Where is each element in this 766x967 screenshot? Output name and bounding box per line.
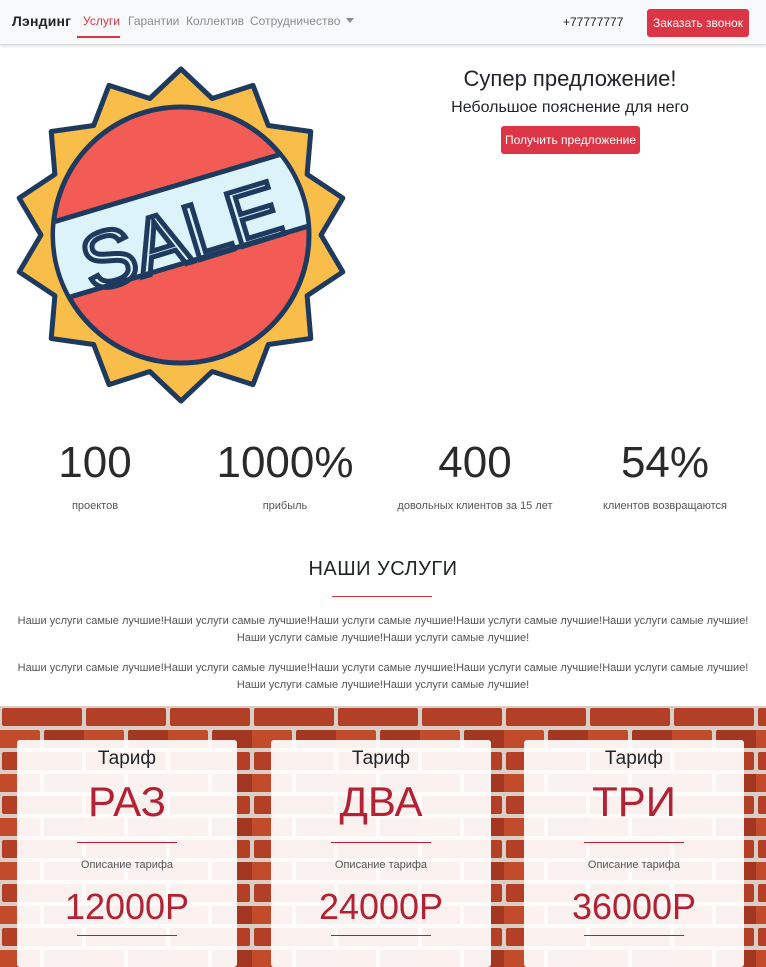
tariff-name: РАЗ	[87, 778, 167, 825]
navbar: Лэндинг Услуги Гарантии Коллектив Сотруд…	[0, 0, 766, 45]
stat-value: 1000%	[216, 438, 354, 487]
sale-badge-icon: SALE	[16, 66, 346, 404]
tariff-divider	[77, 935, 177, 936]
order-call-button[interactable]: Заказать звонок	[647, 9, 749, 37]
tariff-card-two[interactable]: Тариф ДВА Описание тарифа 24000Р	[271, 740, 491, 967]
tariff-description: Описание тарифа	[80, 859, 174, 871]
tariff-price: 36000Р	[571, 886, 697, 927]
tariff-divider	[77, 842, 177, 843]
nav-item-cooperation-label: Сотрудничество	[250, 14, 341, 28]
tariff-card-one[interactable]: Тариф РАЗ Описание тарифа 12000Р	[17, 740, 237, 967]
tariff-description: Описание тарифа	[334, 859, 428, 871]
services-title: НАШИ УСЛУГИ	[308, 558, 458, 580]
stat-projects: 100 проектов	[0, 438, 190, 512]
tariff-price: 12000Р	[64, 886, 190, 927]
tariff-heading: Тариф	[351, 748, 411, 769]
stat-profit: 1000% прибыль	[190, 438, 380, 512]
tariff-divider	[584, 842, 684, 843]
tariff-divider	[331, 935, 431, 936]
brand-logo[interactable]: Лэндинг	[12, 13, 71, 29]
stat-label: довольных клиентов за 15 лет	[397, 500, 553, 512]
services-divider	[332, 596, 432, 597]
tariff-name: ДВА	[339, 778, 423, 825]
hero-subtitle: Небольшое пояснение для него	[451, 99, 689, 116]
services-paragraph: Наши услуги самые лучшие!Наши услуги сам…	[17, 662, 749, 691]
nav-item-team[interactable]: Коллектив	[186, 14, 244, 28]
tariff-description: Описание тарифа	[587, 859, 681, 871]
stat-label: клиентов возвращаются	[602, 500, 727, 512]
nav-item-services[interactable]: Услуги	[83, 14, 120, 28]
active-nav-indicator	[77, 36, 120, 38]
tariff-heading: Тариф	[604, 748, 664, 769]
tariff-card-three[interactable]: Тариф ТРИ Описание тарифа 36000Р	[524, 740, 744, 967]
stat-label: прибыль	[262, 500, 308, 512]
nav-item-cooperation[interactable]: Сотрудничество	[250, 14, 355, 28]
stat-value: 100	[58, 438, 132, 487]
phone-number: +77777777	[563, 15, 624, 29]
tariff-heading: Тариф	[97, 748, 157, 769]
stat-value: 54%	[620, 438, 710, 487]
stat-value: 400	[438, 438, 512, 487]
hero-title: Супер предложение!	[463, 66, 677, 91]
stat-clients: 400 довольных клиентов за 15 лет	[380, 438, 570, 512]
get-offer-button[interactable]: Получить предложение	[501, 126, 640, 154]
tariff-name: ТРИ	[592, 778, 676, 825]
stat-returning: 54% клиентов возвращаются	[570, 438, 760, 512]
tariff-divider	[331, 842, 431, 843]
stat-label: проектов	[71, 500, 119, 512]
nav-item-guarantees[interactable]: Гарантии	[128, 14, 179, 28]
services-paragraph: Наши услуги самые лучшие!Наши услуги сам…	[17, 615, 749, 644]
tariff-divider	[584, 935, 684, 936]
chevron-down-icon	[346, 18, 355, 23]
tariff-price: 24000Р	[318, 886, 444, 927]
